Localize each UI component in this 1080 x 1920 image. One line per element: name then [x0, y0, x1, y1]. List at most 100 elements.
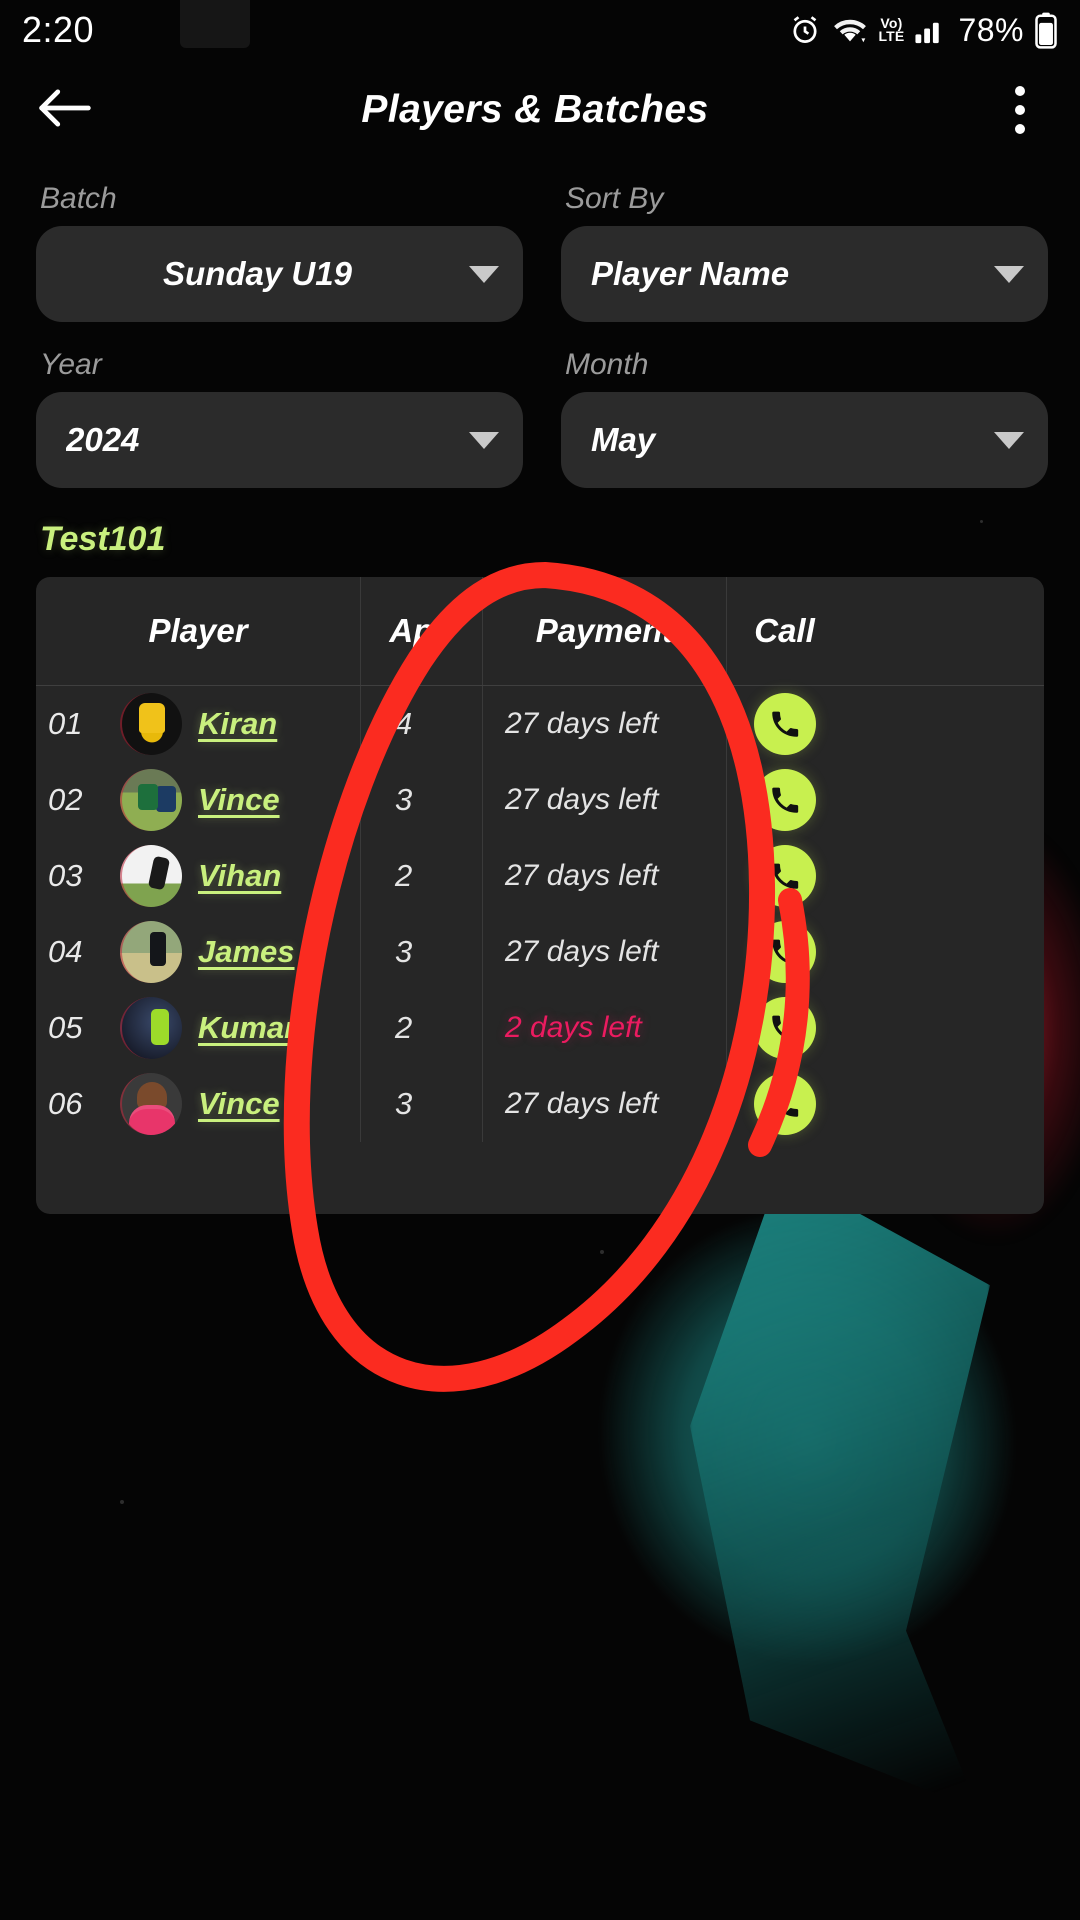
year-dropdown[interactable]: 2024: [36, 392, 523, 488]
column-header-call: Call: [726, 577, 842, 685]
background-speck: [600, 1250, 604, 1254]
app-header: Players & Batches: [0, 60, 1080, 160]
payment-cell: 27 days left: [482, 838, 726, 914]
sortby-filter-group: Sort By Player Name: [561, 182, 1048, 344]
batch-name-label: Test101: [40, 520, 166, 558]
app-count-cell: 3: [360, 1066, 482, 1142]
player-name-link[interactable]: Vince: [198, 1086, 280, 1122]
player-cell[interactable]: 02 Vince: [36, 762, 360, 838]
table-row[interactable]: 02 Vince 3 27 days left: [36, 762, 1044, 838]
filter-section: Batch Sunday U19 Sort By Player Name Yea…: [0, 160, 1080, 510]
month-dropdown[interactable]: May: [561, 392, 1048, 488]
status-icons: Vo) LTE 78%: [788, 11, 1058, 49]
call-button[interactable]: [753, 997, 816, 1059]
player-name-link[interactable]: James: [198, 934, 295, 970]
table-row[interactable]: 05 Kumar 2 2 days left: [36, 990, 1044, 1066]
row-index: 05: [48, 1010, 83, 1045]
call-button[interactable]: [753, 769, 816, 831]
player-name-link[interactable]: Kumar: [198, 1010, 296, 1046]
payment-status: 27 days left: [505, 783, 659, 816]
payment-cell: 27 days left: [482, 686, 726, 762]
table-row[interactable]: 04 James 3 27 days left: [36, 914, 1044, 990]
row-index: 06: [48, 1086, 83, 1121]
row-index: 01: [48, 706, 83, 741]
payment-cell: 27 days left: [482, 914, 726, 990]
call-button[interactable]: [753, 693, 816, 755]
page-title: Players & Batches: [361, 88, 709, 131]
payment-status: 27 days left: [505, 859, 659, 892]
chevron-down-icon: [994, 265, 1024, 283]
sortby-label: Sort By: [565, 182, 664, 215]
player-cell[interactable]: 03 Vihan: [36, 838, 360, 914]
call-button[interactable]: [753, 921, 816, 983]
year-filter-group: Year 2024: [36, 348, 523, 510]
avatar: [120, 693, 182, 755]
camera-notch: [180, 0, 250, 48]
column-header-app: App: [360, 577, 482, 685]
call-cell[interactable]: [726, 914, 842, 990]
call-button[interactable]: [753, 1073, 816, 1135]
row-index: 04: [48, 934, 83, 969]
year-label: Year: [40, 348, 102, 381]
payment-cell: 27 days left: [482, 762, 726, 838]
signal-icon: [914, 15, 946, 45]
phone-icon: [771, 1091, 798, 1117]
batch-label: Batch: [40, 182, 117, 215]
player-cell[interactable]: 01 Kiran: [36, 686, 360, 762]
phone-icon: [771, 1015, 798, 1041]
phone-icon: [771, 863, 798, 889]
avatar: [120, 997, 182, 1059]
call-cell[interactable]: [726, 838, 842, 914]
call-cell[interactable]: [726, 990, 842, 1066]
player-name-link[interactable]: Vihan: [198, 858, 281, 894]
app-count-cell: 3: [360, 762, 482, 838]
table-footer-spacer: [36, 1142, 1044, 1214]
sortby-dropdown[interactable]: Player Name: [561, 226, 1048, 322]
payment-cell: 2 days left: [482, 990, 726, 1066]
player-name-link[interactable]: Vince: [198, 782, 280, 818]
player-name-link[interactable]: Kiran: [198, 706, 277, 742]
month-filter-group: Month May: [561, 348, 1048, 510]
avatar: [120, 1073, 182, 1135]
batch-dropdown[interactable]: Sunday U19: [36, 226, 523, 322]
table-row[interactable]: 03 Vihan 2 27 days left: [36, 838, 1044, 914]
app-count-value: 2: [395, 858, 413, 893]
batch-value: Sunday U19: [163, 255, 352, 292]
month-label: Month: [565, 348, 649, 381]
app-count-cell: 4: [360, 686, 482, 762]
call-cell[interactable]: [726, 686, 842, 762]
avatar: [120, 845, 182, 907]
player-cell[interactable]: 04 James: [36, 914, 360, 990]
app-count-cell: 3: [360, 914, 482, 990]
payment-status: 27 days left: [505, 935, 659, 968]
alarm-icon: [788, 13, 822, 47]
status-time: 2:20: [22, 9, 95, 50]
overflow-menu-button[interactable]: [990, 74, 1050, 146]
table-body: 01 Kiran 4 27 days left 02 Vince 3 27 days left…: [36, 686, 1044, 1142]
phone-icon: [771, 711, 798, 737]
chevron-down-icon: [994, 431, 1024, 449]
payment-status: 27 days left: [505, 707, 659, 740]
row-index: 03: [48, 858, 83, 893]
table-row[interactable]: 01 Kiran 4 27 days left: [36, 686, 1044, 762]
app-count-value: 3: [395, 934, 413, 969]
table-row[interactable]: 06 Vince 3 27 days left: [36, 1066, 1044, 1142]
call-cell[interactable]: [726, 1066, 842, 1142]
app-count-value: 2: [395, 1010, 413, 1045]
chevron-down-icon: [469, 431, 499, 449]
app-count-value: 3: [395, 782, 413, 817]
battery-percent-label: 78%: [958, 11, 1024, 48]
overflow-menu-icon: [1015, 86, 1025, 96]
payment-cell: 27 days left: [482, 1066, 726, 1142]
player-cell[interactable]: 06 Vince: [36, 1066, 360, 1142]
player-cell[interactable]: 05 Kumar: [36, 990, 360, 1066]
batch-filter-group: Batch Sunday U19: [36, 182, 523, 344]
row-index: 02: [48, 782, 83, 817]
call-button[interactable]: [753, 845, 816, 907]
avatar: [120, 769, 182, 831]
battery-icon: [1034, 11, 1058, 49]
chevron-down-icon: [469, 265, 499, 283]
table-header-row: Player App Payment Call: [36, 577, 1044, 686]
call-cell[interactable]: [726, 762, 842, 838]
status-bar: 2:20 Vo) LTE 78%: [0, 0, 1080, 60]
